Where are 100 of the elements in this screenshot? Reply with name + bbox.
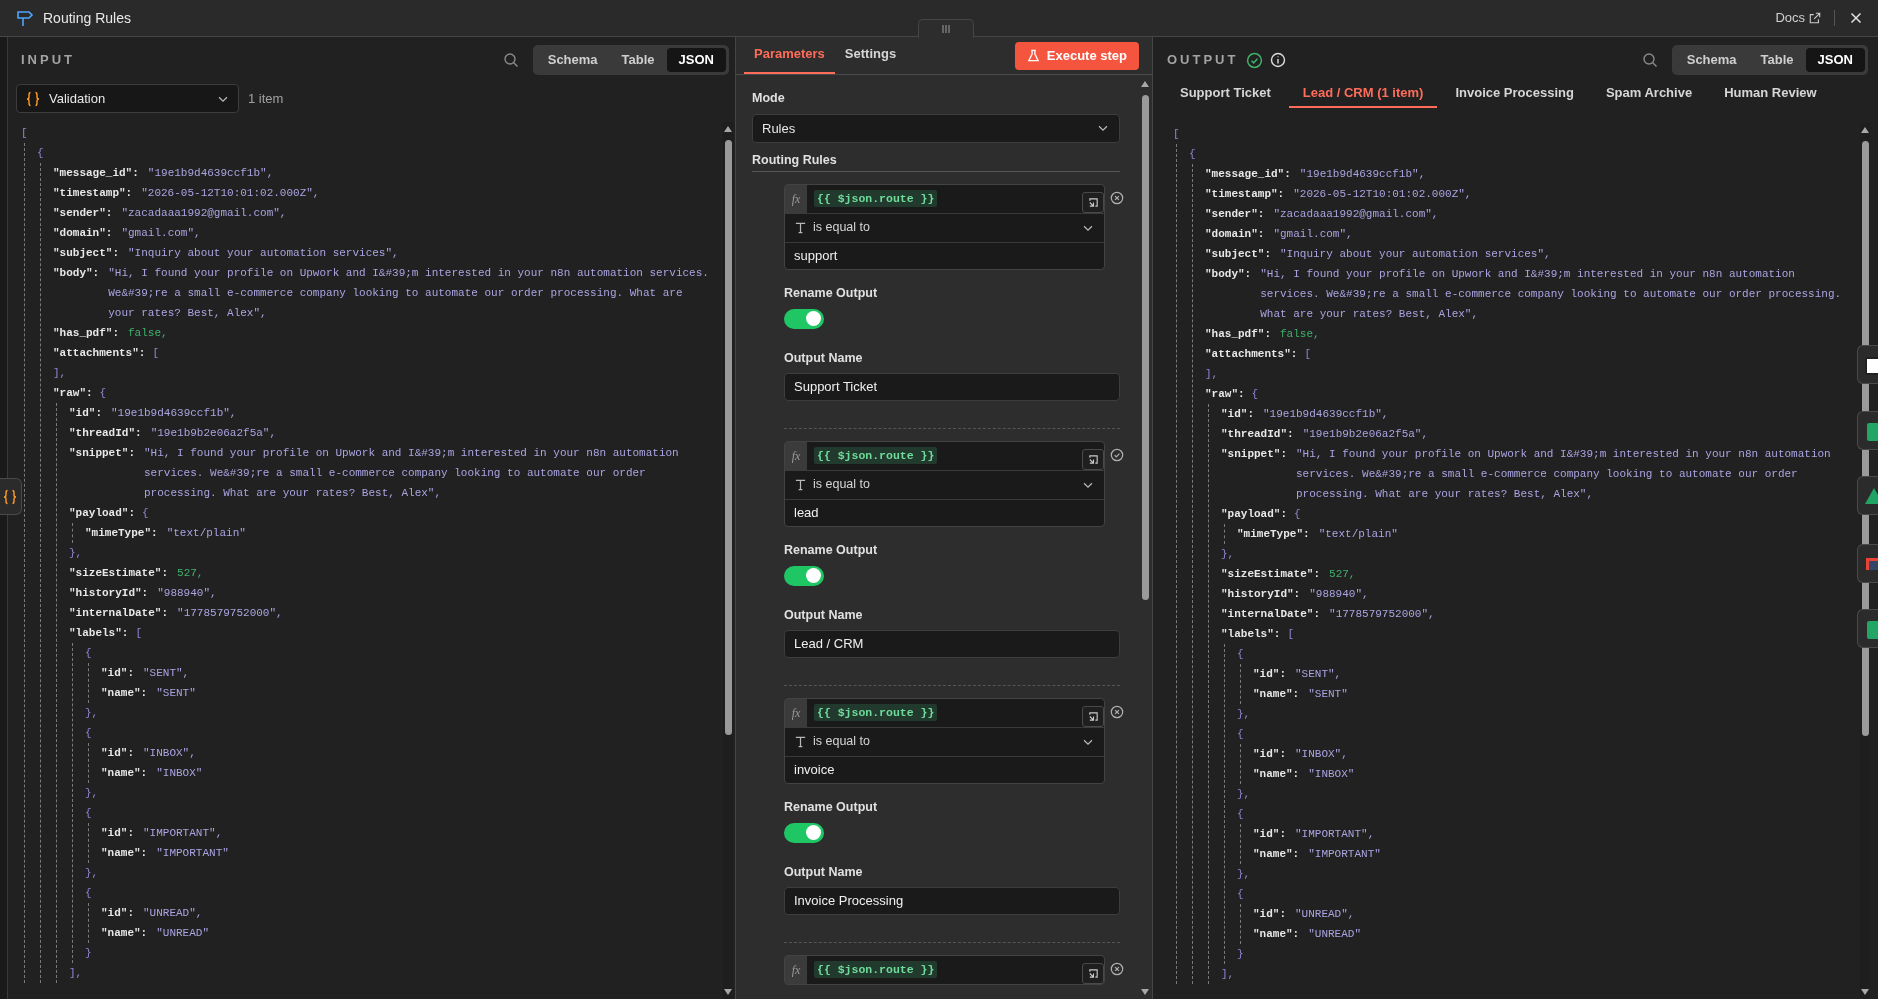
json-key: "id":: [1253, 664, 1286, 684]
json-key: "name":: [1253, 764, 1300, 784]
toggle-switch[interactable]: [784, 822, 824, 843]
json-bracket: {: [1237, 887, 1244, 902]
json-key: "sizeEstimate":: [1221, 564, 1321, 584]
view-tab[interactable]: JSON: [666, 48, 726, 72]
json-value: "zacadaaa1992@gmail.com",: [1273, 207, 1440, 222]
json-key: "name":: [1253, 684, 1300, 704]
json-value: "SENT",: [1295, 667, 1343, 682]
flask-icon: [1026, 49, 1040, 62]
json-key: "internalDate":: [1221, 604, 1321, 624]
editor-button[interactable]: [1082, 962, 1104, 984]
view-tab[interactable]: Schema: [1674, 48, 1749, 72]
view-tab[interactable]: Schema: [535, 48, 610, 72]
branch-tab[interactable]: Support Ticket: [1166, 80, 1285, 108]
json-key: "timestamp":: [53, 183, 133, 203]
branch-tab[interactable]: Human Review: [1710, 80, 1831, 108]
json-key: "id":: [101, 663, 134, 683]
json-value: false,: [128, 326, 169, 341]
mode-select[interactable]: Rules: [752, 113, 1120, 143]
docs-link[interactable]: Docs: [1775, 8, 1821, 28]
value-field[interactable]: support: [785, 241, 1104, 269]
branch-tab[interactable]: Invoice Processing: [1441, 80, 1588, 108]
scroll-up-icon[interactable]: [724, 126, 732, 132]
value-field[interactable]: lead: [785, 498, 1104, 526]
json-key: "name":: [1253, 924, 1300, 944]
json-bracket: {: [85, 806, 92, 821]
toggle-switch[interactable]: [784, 308, 824, 329]
remove-icon[interactable]: [1110, 704, 1124, 719]
panel-tab[interactable]: Parameters: [744, 36, 835, 74]
node-tile[interactable]: [1857, 476, 1878, 515]
json-bracket: {: [1251, 387, 1259, 402]
scroll-down-icon[interactable]: [1141, 989, 1149, 995]
scroll-down-icon[interactable]: [1861, 989, 1869, 995]
json-key: "domain":: [1205, 224, 1265, 244]
drag-handle[interactable]: [918, 19, 974, 38]
window-title: Routing Rules: [43, 8, 131, 28]
node-tile[interactable]: [0, 478, 22, 515]
info-icon[interactable]: [1270, 52, 1287, 68]
operator-select[interactable]: is equal to: [785, 212, 1104, 242]
text-field[interactable]: Lead / CRM: [784, 629, 1120, 658]
json-value: "SENT",: [143, 666, 191, 681]
text-field[interactable]: Invoice Processing: [784, 886, 1120, 915]
panel-tab[interactable]: Settings: [834, 36, 907, 74]
scroll-thumb[interactable]: [1141, 95, 1149, 600]
json-value: "zacadaaa1992@gmail.com",: [121, 206, 288, 221]
json-bracket: ],: [1205, 367, 1219, 382]
operator-select[interactable]: is equal to: [785, 726, 1104, 756]
view-tab[interactable]: Table: [609, 48, 667, 72]
json-key: "name":: [101, 843, 148, 863]
json-key: "labels":: [1221, 624, 1281, 644]
view-tab[interactable]: JSON: [1805, 48, 1865, 72]
operator-select[interactable]: is equal to: [785, 469, 1104, 499]
json-value: "SENT": [1308, 687, 1349, 702]
json-key: "id":: [101, 823, 134, 843]
editor-button[interactable]: [1082, 448, 1104, 470]
node-tile[interactable]: [1857, 609, 1878, 648]
view-tab[interactable]: Table: [1748, 48, 1806, 72]
json-value: "Inquiry about your automation services",: [128, 246, 400, 261]
scroll-up-icon[interactable]: [1861, 127, 1869, 133]
json-value: "1778579752000",: [1329, 607, 1436, 622]
search-icon[interactable]: [502, 52, 519, 68]
source-dropdown[interactable]: Validation: [16, 84, 239, 113]
json-key: "payload":: [1221, 504, 1287, 524]
field-label: Output Name: [784, 607, 864, 623]
editor-button[interactable]: [1082, 705, 1104, 727]
json-key: "sender":: [53, 203, 113, 223]
branch-tab[interactable]: Lead / CRM (1 item): [1288, 80, 1438, 108]
json-bracket: },: [85, 786, 99, 801]
node-tile[interactable]: [1857, 411, 1878, 450]
json-bracket: {: [37, 146, 44, 161]
json-value: "2026-05-12T10:01:02.000Z",: [141, 186, 321, 201]
json-bracket: {: [1294, 507, 1301, 522]
editor-button[interactable]: [1082, 191, 1104, 213]
scroll-thumb[interactable]: [724, 140, 732, 735]
panel-title: OUTPUT: [1167, 51, 1239, 70]
value-field[interactable]: invoice: [785, 755, 1104, 783]
node-tile[interactable]: [1857, 544, 1878, 583]
remove-icon[interactable]: [1110, 961, 1124, 976]
branch-tab[interactable]: Spam Archive: [1591, 80, 1707, 108]
json-bracket: [: [21, 126, 28, 141]
fx-badge: fx: [785, 184, 807, 213]
json-value: "UNREAD": [1308, 927, 1363, 942]
check-circle-icon[interactable]: [1110, 447, 1124, 462]
json-bracket: ],: [53, 366, 67, 381]
json-bracket: }: [85, 946, 92, 961]
close-button[interactable]: [1848, 10, 1864, 26]
node-tile[interactable]: [1857, 345, 1878, 384]
text-field[interactable]: Support Ticket: [784, 372, 1120, 401]
field-label: Rename Output: [784, 799, 879, 815]
scroll-down-icon[interactable]: [724, 989, 732, 995]
remove-icon[interactable]: [1110, 190, 1124, 205]
field-label: Rename Output: [784, 542, 879, 558]
json-bracket: },: [1237, 787, 1251, 802]
scroll-up-icon[interactable]: [1141, 81, 1149, 87]
search-icon[interactable]: [1641, 52, 1658, 68]
field-label: Output Name: [784, 864, 864, 880]
json-key: "attachments":: [53, 343, 146, 363]
json-value: "Hi, I found your profile on Upwork and I&#39;m interested in your n8n automation services. We&#39;re a small e-commerce company looking to automate our order processing. What are your rates? Best, Alex",: [1296, 447, 1832, 502]
toggle-switch[interactable]: [784, 565, 824, 586]
